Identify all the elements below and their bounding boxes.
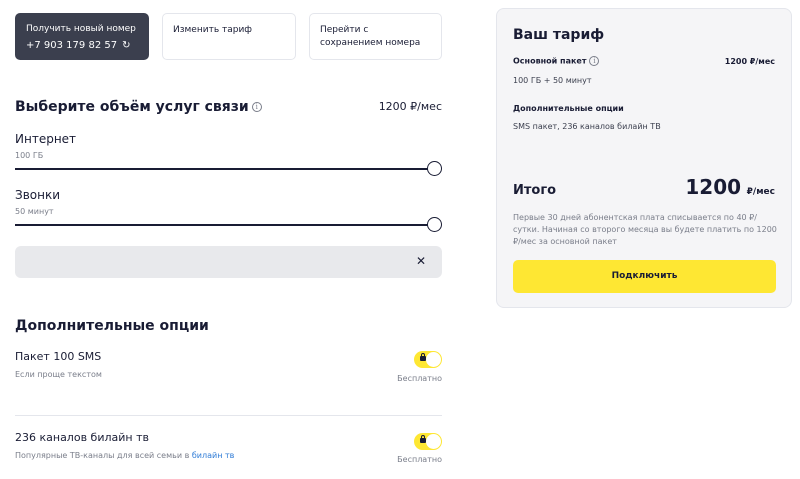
new-number-card[interactable]: Получить новый номер +7 903 179 82 57 ↻ <box>15 13 149 60</box>
info-icon[interactable]: i <box>251 102 262 112</box>
internet-slider-thumb[interactable] <box>426 161 442 176</box>
keep-number-card[interactable]: Перейти с сохранением номера <box>309 13 442 60</box>
volume-price: 1200 ₽/мес <box>378 100 442 113</box>
close-icon[interactable]: ✕ <box>416 254 426 268</box>
base-package-details: 100 ГБ + 50 минут <box>513 76 592 85</box>
info-icon[interactable]: i <box>589 56 600 66</box>
options-divider <box>15 415 442 416</box>
total-label: Итого <box>513 183 557 198</box>
calls-label: Звонки <box>15 188 60 202</box>
calls-slider-track[interactable] <box>15 224 433 226</box>
internet-slider-track[interactable] <box>15 168 433 170</box>
beeline-tv-link[interactable]: билайн тв <box>192 451 235 460</box>
internet-label: Интернет <box>15 132 77 146</box>
calls-slider-thumb[interactable] <box>426 217 442 232</box>
option-desc-tv: Популярные ТВ-каналы для всей семьи в би… <box>15 451 235 460</box>
extra-options-label: Дополнительные опции <box>513 104 624 113</box>
calls-value: 50 минут <box>15 207 54 216</box>
new-number-label: Получить новый номер <box>26 24 136 34</box>
option-name-sms: Пакет 100 SMS <box>15 350 102 363</box>
sms-price: Бесплатно <box>397 374 442 383</box>
base-package-label: Основной пакет i <box>513 56 600 66</box>
options-title: Дополнительные опции <box>15 318 209 334</box>
keep-number-label: Перейти с сохранением номера <box>320 25 421 48</box>
phone-number: +7 903 179 82 57 <box>26 40 118 51</box>
connect-button[interactable]: Подключить <box>513 260 776 293</box>
internet-value: 100 ГБ <box>15 151 44 160</box>
summary-title: Ваш тариф <box>513 27 605 43</box>
option-name-tv: 236 каналов билайн тв <box>15 431 149 444</box>
payment-note: Первые 30 дней абонентская плата списыва… <box>513 213 777 246</box>
extra-options-details: SMS пакет, 236 каналов билайн ТВ <box>513 122 661 131</box>
toggle-knob <box>426 352 441 367</box>
change-tariff-card[interactable]: Изменить тариф <box>162 13 296 60</box>
volume-title: Выберите объём услуг связи i <box>15 99 262 115</box>
option-desc-sms: Если проще текстом <box>15 370 102 379</box>
change-tariff-label: Изменить тариф <box>173 25 253 35</box>
info-banner: ✕ <box>15 246 442 278</box>
tv-price: Бесплатно <box>397 455 442 464</box>
sms-toggle[interactable] <box>414 351 442 368</box>
tv-toggle[interactable] <box>414 433 442 450</box>
tariff-summary-card: Ваш тариф Основной пакет i 1200 ₽/мес 100… <box>496 8 792 308</box>
total-value: 1200 ₽/мес <box>685 175 775 199</box>
base-package-price: 1200 ₽/мес <box>724 57 775 66</box>
refresh-icon[interactable]: ↻ <box>122 39 130 52</box>
toggle-knob <box>426 434 441 449</box>
